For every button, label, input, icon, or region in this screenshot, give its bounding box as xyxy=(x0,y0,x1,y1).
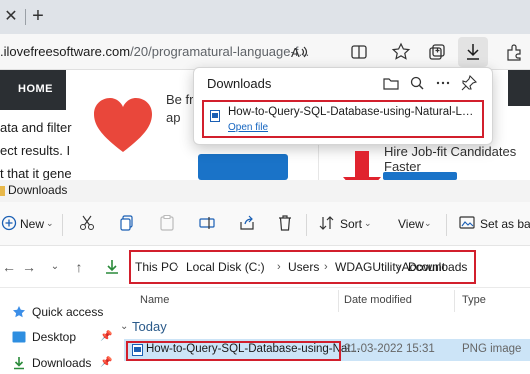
site-header-block xyxy=(508,70,530,106)
set-background-icon[interactable] xyxy=(458,214,476,232)
browser-tab-strip: ✕ + xyxy=(0,0,530,34)
downloads-flyout: Downloads How-to-Query-SQL-Database-usin… xyxy=(193,67,493,145)
paste-icon[interactable] xyxy=(158,214,176,232)
nav-item-quick-access[interactable]: Quick access xyxy=(10,303,118,323)
address-domain: .ilovefreesoftware.com xyxy=(0,44,131,59)
cmd-divider xyxy=(62,214,63,236)
download-item[interactable]: How-to-Query-SQL-Database-using-Natural-… xyxy=(202,100,484,138)
breadcrumb-downloads[interactable]: Downloads xyxy=(408,252,467,282)
download-filename: How-to-Query-SQL-Database-using-Natural-… xyxy=(228,106,478,118)
nav-item-label: Quick access xyxy=(32,305,104,319)
explorer-command-bar: New ⌄ Sort ⌄ View ⌄ Set as ba xyxy=(0,202,530,246)
sort-icon[interactable] xyxy=(318,214,336,232)
chevron-down-icon: ⌄ xyxy=(364,218,372,228)
downloads-button[interactable] xyxy=(458,37,488,67)
sidebar-ad-button[interactable] xyxy=(383,172,457,180)
new-button[interactable]: New xyxy=(20,212,44,236)
promo-text: Be fr xyxy=(166,92,194,107)
nav-item-label: Desktop xyxy=(32,330,77,344)
promo-text-2: ap xyxy=(166,110,181,125)
download-icon xyxy=(12,356,26,370)
search-icon[interactable] xyxy=(408,74,426,92)
image-file-icon xyxy=(210,110,220,122)
breadcrumb-separator-icon: › xyxy=(277,261,281,273)
breadcrumb[interactable]: This PC › Local Disk (C:) › Users › WDAG… xyxy=(129,250,476,284)
breadcrumb-separator-icon: › xyxy=(175,261,179,273)
back-arrow-icon[interactable]: ← xyxy=(0,258,18,276)
delete-icon[interactable] xyxy=(276,214,294,232)
column-divider[interactable] xyxy=(454,290,455,312)
group-header[interactable]: Today xyxy=(132,319,167,334)
tab-separator xyxy=(25,9,26,25)
promo-button[interactable] xyxy=(198,154,288,180)
article-text-line: ect results. I xyxy=(0,143,71,158)
group-collapse-icon[interactable]: ⌄ xyxy=(120,321,128,332)
column-header-type[interactable]: Type xyxy=(462,294,486,306)
open-file-link[interactable]: Open file xyxy=(228,122,268,133)
split-screen-icon[interactable] xyxy=(348,41,370,63)
new-icon[interactable] xyxy=(0,214,18,232)
window-icon xyxy=(0,184,6,198)
column-divider[interactable] xyxy=(338,290,339,312)
address-path: /20/programatural-language-f... xyxy=(130,44,310,59)
downloads-location-icon xyxy=(103,258,121,276)
breadcrumb-this-pc[interactable]: This PC xyxy=(135,252,178,282)
cmd-divider xyxy=(446,214,447,236)
file-highlight-box xyxy=(126,341,341,361)
column-header-name[interactable]: Name xyxy=(140,294,169,306)
site-home-link[interactable]: HOME xyxy=(18,83,53,95)
site-left-column: HOME ata and filter ect results. I t tha… xyxy=(0,70,72,181)
file-date: 21-03-2022 15:31 xyxy=(344,343,435,355)
collections-icon[interactable] xyxy=(426,41,448,63)
column-header-date[interactable]: Date modified xyxy=(344,294,412,306)
sidebar-ad-text[interactable]: Hire Job-fit Candidates Faster xyxy=(384,144,524,174)
address-bar[interactable]: .ilovefreesoftware.com/20/programatural-… xyxy=(0,39,320,65)
chevron-down-icon: ⌄ xyxy=(424,218,432,228)
set-as-background-button[interactable]: Set as back xyxy=(480,212,530,236)
nav-item-label: Downloads xyxy=(32,356,92,370)
breadcrumb-local-disk[interactable]: Local Disk (C:) xyxy=(186,252,265,282)
browser-toolbar: .ilovefreesoftware.com/20/programatural-… xyxy=(0,34,530,70)
rename-icon[interactable] xyxy=(198,214,216,232)
star-icon xyxy=(12,305,26,319)
favorites-icon[interactable] xyxy=(390,41,412,63)
breadcrumb-users[interactable]: Users xyxy=(288,252,319,282)
nav-item-downloads[interactable]: Downloads 📌 xyxy=(10,354,118,374)
read-aloud-icon[interactable]: A xyxy=(288,41,310,63)
explorer-title-bar: Downloads xyxy=(0,180,530,202)
more-icon[interactable] xyxy=(434,74,452,92)
share-icon[interactable] xyxy=(238,214,256,232)
recent-chevron-icon[interactable]: ⌄ xyxy=(46,258,64,276)
cmd-divider xyxy=(306,214,307,236)
window-title: Downloads xyxy=(8,183,68,197)
navigation-pane: Quick access Desktop 📌 Downloads 📌 xyxy=(0,288,118,374)
folder-icon[interactable] xyxy=(382,74,400,92)
heart-icon xyxy=(92,96,154,154)
pin-icon: 📌 xyxy=(100,357,113,368)
cut-icon[interactable] xyxy=(78,214,96,232)
extensions-icon[interactable] xyxy=(503,41,525,63)
close-tab-icon[interactable]: ✕ xyxy=(2,8,20,26)
copy-icon[interactable] xyxy=(118,214,136,232)
chevron-down-icon: ⌄ xyxy=(46,218,54,228)
desktop-icon xyxy=(12,331,26,343)
breadcrumb-separator-icon: › xyxy=(397,261,401,273)
nav-item-desktop[interactable]: Desktop 📌 xyxy=(10,328,118,348)
pin-icon[interactable] xyxy=(460,74,478,92)
svg-text:A: A xyxy=(291,45,300,60)
up-arrow-icon[interactable]: ↑ xyxy=(70,258,88,276)
forward-arrow-icon[interactable]: → xyxy=(20,258,38,276)
new-tab-button[interactable]: + xyxy=(27,5,49,27)
site-nav-bar: HOME xyxy=(0,70,66,110)
file-type: PNG image xyxy=(462,343,522,355)
breadcrumb-separator-icon: › xyxy=(324,261,328,273)
file-list: Name Date modified Type ⌄ Today How-to-Q… xyxy=(118,288,530,374)
explorer-nav-row: ← → ⌄ ↑ This PC › Local Disk (C:) › User… xyxy=(0,246,530,288)
sort-button[interactable]: Sort xyxy=(340,212,362,236)
pin-icon: 📌 xyxy=(100,331,113,342)
view-button[interactable]: View xyxy=(398,212,424,236)
flyout-title: Downloads xyxy=(207,76,272,91)
article-text-line: ata and filter xyxy=(0,120,72,135)
article-text-line: t that it gene xyxy=(0,166,72,181)
